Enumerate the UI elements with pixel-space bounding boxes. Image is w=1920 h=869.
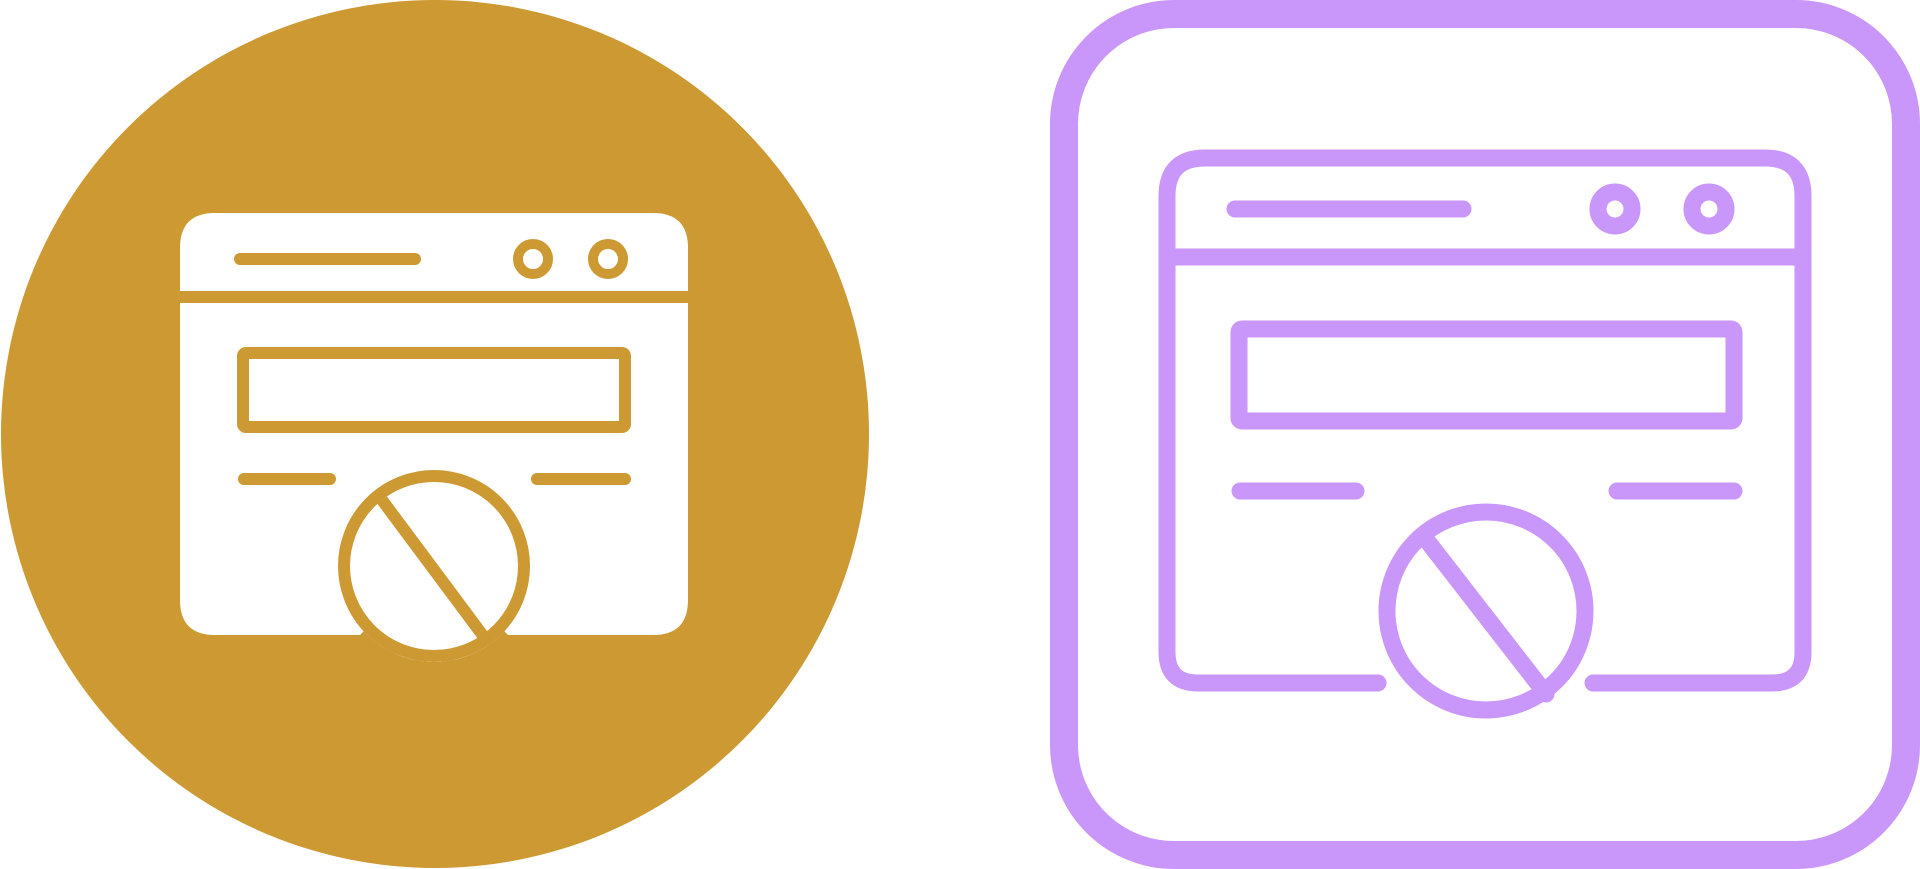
- blocked-browser-glyph-icon: [1, 0, 869, 868]
- browser-title-bar: [180, 213, 688, 291]
- line-icon-tile: [1050, 0, 1920, 869]
- glyph-icon-tile: [0, 0, 870, 869]
- blocked-sign-icon: [338, 470, 530, 662]
- blocked-browser-line-icon: [1050, 0, 1920, 869]
- icon-frame-rounded-square: [1050, 0, 1920, 869]
